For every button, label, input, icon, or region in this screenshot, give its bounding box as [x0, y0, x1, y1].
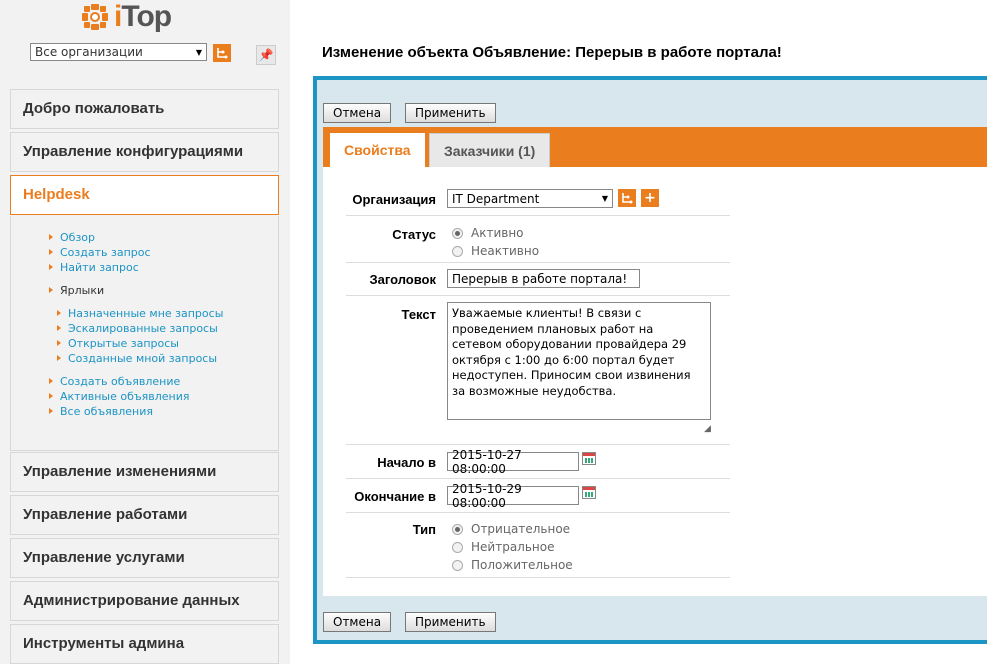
radio-checked[interactable] — [452, 227, 463, 239]
menu-item-find-request[interactable]: Найти запрос — [47, 261, 139, 274]
org-label: Организация — [352, 192, 436, 207]
start-date-input[interactable]: 2015-10-27 08:00:00 — [447, 448, 579, 476]
status-option-active[interactable]: Активно — [452, 226, 524, 240]
calendar-icon[interactable] — [582, 452, 596, 465]
chevron-down-icon: ▼ — [601, 194, 608, 203]
tab-properties[interactable]: Свойства — [330, 133, 425, 167]
hierarchy-icon — [622, 193, 633, 204]
status-option-inactive[interactable]: Неактивно — [452, 244, 539, 258]
type-label: Тип — [412, 522, 436, 537]
menu-group-service-management[interactable]: Управление услугами — [10, 538, 279, 578]
divider — [346, 512, 730, 513]
menu-item-create-request[interactable]: Создать запрос — [47, 246, 151, 259]
menu-item-escalated[interactable]: Эскалированные запросы — [55, 322, 218, 335]
org-field-add-button[interactable]: + — [641, 189, 659, 207]
type-option-positive[interactable]: Положительное — [452, 558, 573, 572]
radio-unchecked[interactable] — [452, 559, 463, 571]
text-label: Текст — [401, 307, 436, 322]
menu-group-admin-tools[interactable]: Инструменты админа — [10, 624, 279, 664]
menu-group-data-administration[interactable]: Администрирование данных — [10, 581, 279, 621]
itop-logo[interactable]: iTop — [80, 0, 172, 34]
calendar-icon[interactable] — [582, 486, 596, 499]
org-tree-button[interactable] — [213, 44, 231, 62]
menu-group-welcome[interactable]: Добро пожаловать — [10, 89, 279, 129]
end-date-input[interactable]: 2015-10-29 08:00:00 — [447, 482, 579, 510]
title-input[interactable]: Перерыв в работе портала! — [447, 269, 640, 288]
tab-customers[interactable]: Заказчики (1) — [429, 133, 551, 167]
org-field-tree-button[interactable] — [618, 189, 636, 207]
type-option-negative[interactable]: Отрицательное — [452, 522, 570, 536]
divider — [346, 444, 730, 445]
cancel-button-bottom[interactable]: Отмена — [323, 612, 392, 632]
menu-item-open-requests[interactable]: Открытые запросы — [55, 337, 179, 350]
chevron-down-icon: ▼ — [195, 47, 202, 57]
menu-item-created-by-me[interactable]: Созданные мной запросы — [55, 352, 217, 365]
menu-item-assigned-to-me[interactable]: Назначенные мне запросы — [55, 307, 223, 320]
pin-menu-button[interactable]: 📌 — [256, 45, 276, 65]
radio-unchecked[interactable] — [452, 541, 463, 553]
apply-button-bottom[interactable]: Применить — [405, 612, 496, 632]
menu-item-overview[interactable]: Обзор — [47, 231, 95, 244]
menu-item-create-announcement[interactable]: Создать объявление — [47, 375, 180, 388]
divider — [346, 478, 730, 479]
menu-item-all-announcements[interactable]: Все объявления — [47, 405, 153, 418]
type-option-neutral[interactable]: Нейтральное — [452, 540, 554, 554]
menu-item-active-announcements[interactable]: Активные объявления — [47, 390, 190, 403]
menu-group-configuration[interactable]: Управление конфигурациями — [10, 132, 279, 172]
organization-select[interactable]: Все организации ▼ — [30, 43, 207, 61]
pin-icon: 📌 — [258, 48, 274, 62]
itop-logo-icon — [80, 2, 110, 32]
plus-icon: + — [644, 190, 656, 206]
itop-logo-text: iTop — [114, 0, 172, 33]
menu-item-shortcuts: Ярлыки — [47, 284, 104, 297]
apply-button[interactable]: Применить — [405, 103, 496, 123]
divider — [346, 215, 730, 216]
divider — [346, 577, 730, 578]
radio-unchecked[interactable] — [452, 245, 463, 257]
menu-group-change-management[interactable]: Управление изменениями — [10, 452, 279, 492]
divider — [346, 262, 730, 263]
menu-group-helpdesk[interactable]: Helpdesk — [10, 175, 279, 215]
radio-checked[interactable] — [452, 523, 463, 535]
cancel-button[interactable]: Отмена — [323, 103, 392, 123]
org-field-select[interactable]: IT Department ▼ — [447, 189, 613, 208]
end-label: Окончание в — [354, 489, 436, 504]
status-label: Статус — [392, 227, 436, 242]
resize-handle-icon[interactable]: ◢ — [704, 424, 711, 434]
divider — [346, 295, 730, 296]
page-title: Изменение объекта Объявление: Перерыв в … — [322, 44, 782, 61]
start-label: Начало в — [377, 455, 436, 470]
hierarchy-icon — [217, 48, 228, 59]
menu-group-work-management[interactable]: Управление работами — [10, 495, 279, 535]
title-label: Заголовок — [369, 272, 436, 287]
text-textarea[interactable]: Уважаемые клиенты! В связи с проведением… — [447, 302, 711, 420]
